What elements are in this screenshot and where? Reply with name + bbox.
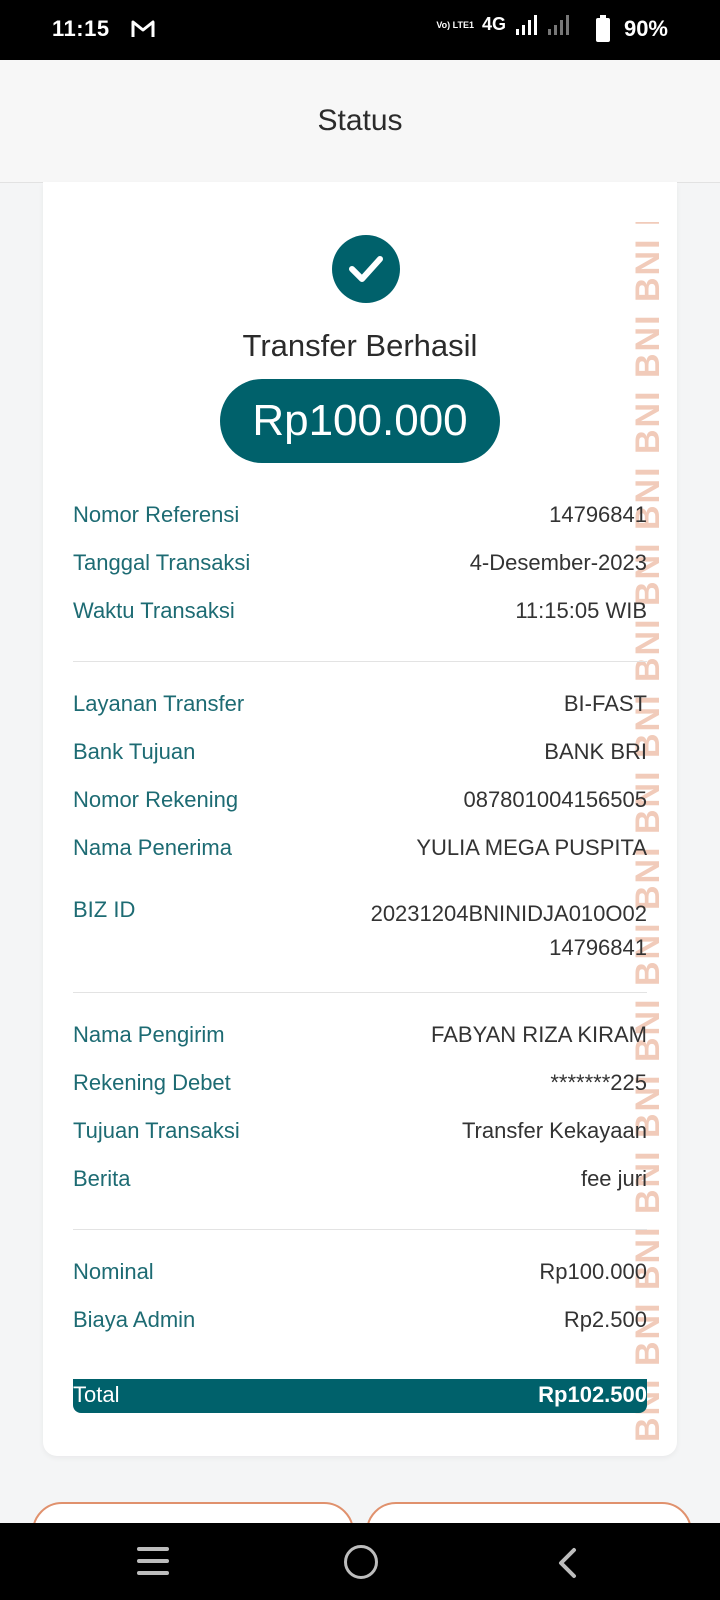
biz-id-label: BIZ ID	[73, 897, 136, 922]
detail-label: Nomor Rekening	[73, 787, 239, 812]
detail-row: Layanan Transfer BI-FAST	[73, 691, 647, 727]
menu-icon[interactable]	[137, 1547, 169, 1575]
detail-label: Nominal	[73, 1259, 154, 1284]
biz-id-value: 20231204BNINIDJA010O02 14796841	[371, 897, 647, 965]
system-nav-bar	[0, 1523, 720, 1600]
amount-badge: Rp100.000	[220, 379, 500, 463]
detail-value: 087801004156505	[463, 787, 647, 812]
back-icon[interactable]	[556, 1547, 580, 1579]
status-bar: 11:15 Vo) LTE1 4G 90%	[0, 0, 720, 60]
detail-value: FABYAN RIZA KIRAM	[431, 1022, 647, 1047]
biz-id-line-2: 14796841	[549, 935, 647, 960]
success-title: Transfer Berhasil	[242, 328, 478, 363]
detail-row: Tujuan Transaksi Transfer Kekayaan	[73, 1118, 647, 1154]
detail-label: Nama Pengirim	[73, 1022, 225, 1047]
gmail-icon	[131, 20, 155, 37]
volte-indicator: Vo) LTE1	[436, 19, 474, 30]
detail-row: Nomor Rekening 087801004156505	[73, 787, 647, 823]
page-title: Status	[317, 104, 403, 137]
total-label: Total	[73, 1382, 120, 1407]
detail-label: Biaya Admin	[73, 1307, 196, 1332]
detail-value: 4-Desember-2023	[469, 550, 647, 575]
status-time: 11:15	[52, 16, 110, 41]
divider	[73, 661, 647, 662]
divider	[73, 1229, 647, 1230]
detail-label: Nomor Referensi	[73, 502, 240, 527]
detail-row: Biaya Admin Rp2.500	[73, 1307, 647, 1343]
detail-label: Bank Tujuan	[73, 739, 196, 764]
detail-label: Waktu Transaksi	[73, 598, 235, 623]
detail-value: Rp100.000	[539, 1259, 647, 1284]
total-row: Total Rp102.500	[73, 1379, 647, 1413]
detail-value: Rp2.500	[563, 1307, 647, 1332]
detail-row: Nomor Referensi 14796841	[73, 502, 647, 538]
detail-label: Tujuan Transaksi	[73, 1118, 240, 1143]
divider	[73, 992, 647, 993]
detail-row: Tanggal Transaksi 4-Desember-2023	[73, 550, 647, 586]
battery-percent: 90%	[623, 16, 668, 41]
detail-value: BI-FAST	[563, 691, 647, 716]
biz-id-line-1: 20231204BNINIDJA010O02	[370, 901, 647, 926]
network-type: 4G	[481, 14, 506, 34]
detail-value: BANK BRI	[544, 739, 647, 764]
detail-label: Layanan Transfer	[73, 691, 245, 716]
detail-value: *******225	[550, 1070, 647, 1095]
detail-value: 14796841	[549, 502, 647, 527]
detail-row: Nama Pengirim FABYAN RIZA KIRAM	[73, 1022, 647, 1058]
check-icon	[332, 235, 400, 303]
detail-row: Nominal Rp100.000	[73, 1259, 647, 1295]
detail-label: Berita	[73, 1166, 131, 1191]
app-header: Status	[0, 60, 720, 183]
receipt-card: BNI BNI BNI BNI BNI BNI BNI BNI BNI BNI …	[43, 182, 677, 1456]
detail-row: Nama Penerima YULIA MEGA PUSPITA	[73, 835, 647, 871]
signal-icon	[516, 14, 537, 35]
detail-row: Berita fee juri	[73, 1166, 647, 1202]
detail-value: fee juri	[580, 1166, 647, 1191]
detail-value: Transfer Kekayaan	[461, 1118, 647, 1143]
detail-row: Waktu Transaksi 11:15:05 WIB	[73, 598, 647, 634]
biz-id-row: BIZ ID 20231204BNINIDJA010O02 14796841	[73, 897, 647, 967]
detail-row: Bank Tujuan BANK BRI	[73, 739, 647, 775]
total-value: Rp102.500	[538, 1382, 647, 1407]
battery-icon	[596, 15, 610, 42]
detail-value: YULIA MEGA PUSPITA	[416, 835, 647, 860]
detail-label: Nama Penerima	[73, 835, 232, 860]
home-icon[interactable]	[344, 1545, 378, 1579]
detail-label: Tanggal Transaksi	[73, 550, 251, 575]
detail-value: 11:15:05 WIB	[515, 598, 647, 623]
signal-icon-2	[548, 14, 569, 35]
detail-row: Rekening Debet *******225	[73, 1070, 647, 1106]
detail-label: Rekening Debet	[73, 1070, 231, 1095]
